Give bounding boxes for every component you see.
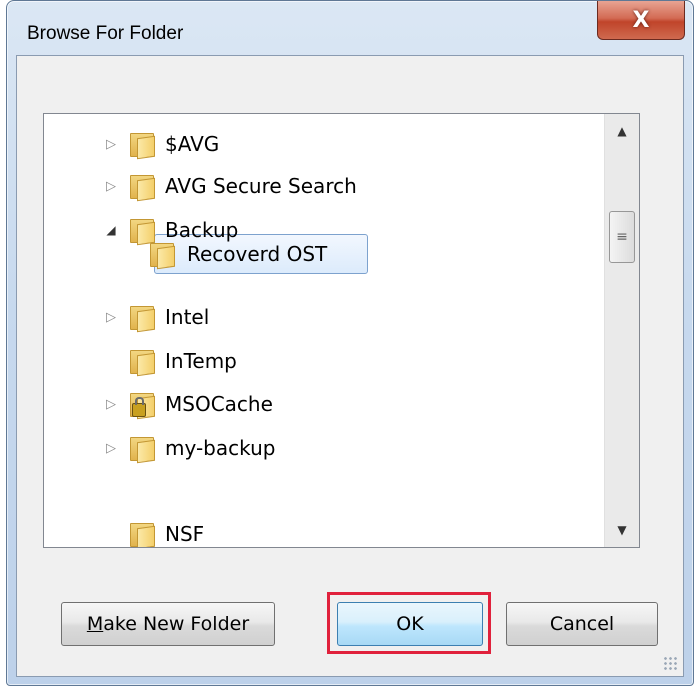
tree-item-avg-secure-search[interactable]: ▷ AVG Secure Search [44, 166, 604, 206]
expand-arrow-icon[interactable]: ▷ [104, 179, 118, 194]
folder-tree[interactable]: ▷ $AVG ▷ AVG Secure Search ◢ Backup Reco… [43, 113, 640, 548]
tree-item-avg[interactable]: ▷ $AVG [44, 124, 604, 164]
expand-arrow-icon[interactable]: ▷ [104, 137, 118, 152]
tree-item-label: $AVG [165, 132, 220, 156]
resize-grip[interactable] [663, 656, 677, 670]
mnemonic-letter: M [86, 613, 104, 635]
scroll-thumb[interactable]: ≡ [609, 211, 635, 263]
folder-icon [128, 304, 156, 333]
close-icon: X [632, 7, 650, 33]
close-button[interactable]: X [597, 1, 685, 40]
expand-arrow-icon[interactable]: ▷ [104, 441, 118, 456]
tree-item-label: AVG Secure Search [165, 174, 357, 198]
folder-icon [128, 521, 156, 547]
tree-item-recoverd-ost[interactable]: Recoverd OST [44, 233, 604, 273]
tree-item-intemp[interactable]: InTemp [44, 341, 604, 381]
tree-item-label: my-backup [165, 436, 276, 460]
cancel-button[interactable]: Cancel [506, 602, 658, 646]
folder-icon [128, 435, 156, 464]
tree-item-label: Recoverd OST [187, 242, 328, 266]
button-label: Cancel [549, 613, 615, 635]
folder-icon [128, 173, 156, 202]
scroll-down-button[interactable]: ▼ [605, 515, 639, 545]
tree-item-label: Intel [165, 305, 210, 329]
tree-item-nsf[interactable]: NSF [44, 514, 604, 547]
folder-icon [148, 241, 176, 270]
scroll-up-button[interactable]: ▲ [605, 116, 639, 146]
tree-item-label: MSOCache [165, 392, 273, 416]
grip-icon: ≡ [616, 229, 628, 245]
tree-item-label: InTemp [165, 349, 237, 373]
folder-icon [128, 131, 156, 160]
dialog-title: Browse For Folder [27, 23, 184, 44]
locked-folder-icon [128, 391, 156, 420]
make-new-folder-button[interactable]: Make New Folder [61, 602, 275, 646]
folder-icon [128, 348, 156, 377]
annotation-highlight-box [327, 592, 491, 654]
tree-item-msocache[interactable]: ▷ MSOCache [44, 384, 604, 424]
up-arrow-icon: ▲ [617, 124, 627, 138]
vertical-scrollbar[interactable]: ▲ ≡ ▼ [604, 114, 639, 547]
expand-arrow-icon[interactable]: ▷ [104, 397, 118, 412]
tree-item-intel[interactable]: ▷ Intel [44, 297, 604, 337]
expand-arrow-icon[interactable]: ▷ [104, 310, 118, 325]
tree-item-my-backup[interactable]: ▷ my-backup [44, 428, 604, 468]
button-label: ake New Folder [103, 613, 250, 635]
down-arrow-icon: ▼ [617, 523, 627, 537]
tree-item-label: NSF [165, 522, 205, 546]
